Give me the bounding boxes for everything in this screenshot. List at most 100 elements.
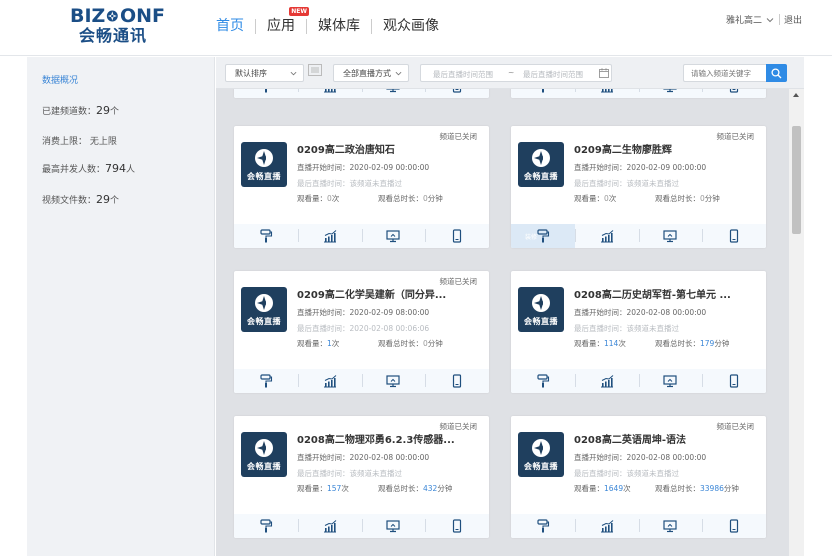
sort-select[interactable]: 默认排序	[225, 64, 304, 82]
app-root: BIZ ONF 会畅通讯 首页 应用 NEW 媒体库 观众画像 雅礼高二 退出 …	[0, 0, 832, 556]
paint-roller-icon	[260, 229, 272, 243]
web-watch-button[interactable]	[361, 514, 426, 538]
last-live-time: 最后直播时间：该频道未直播过	[574, 468, 679, 479]
scroll-up-arrow-icon[interactable]	[793, 93, 799, 97]
channel-card[interactable]: 会畅直播 0208高二历史胡军哲-第七单元 ... 直播开始时间：2020-02…	[511, 271, 766, 393]
stat-value: 29	[96, 104, 111, 117]
stats-button[interactable]	[574, 514, 639, 538]
stat-channel-count: 已建频道数：29个	[42, 104, 119, 117]
nav-audience-profile[interactable]: 观众画像	[372, 16, 450, 36]
mobile-icon	[730, 229, 739, 243]
channel-logo: 会畅直播	[241, 287, 287, 332]
stat-label: 消费上限： 无上限	[42, 137, 117, 147]
stats-button[interactable]	[297, 514, 362, 538]
date-end-placeholder: 最后直播时间范围	[523, 70, 583, 79]
stat-spend-limit: 消费上限： 无上限	[42, 134, 117, 147]
mobile-icon	[453, 89, 462, 93]
stats-chart-icon	[600, 520, 613, 533]
channel-card[interactable]: 频道已关闭 会畅直播 0209高二生物廖胜辉 直播开始时间：2020-02-09…	[511, 126, 766, 248]
web-watch-button[interactable]	[638, 224, 703, 248]
decorate-button[interactable]	[234, 224, 298, 248]
web-watch-button[interactable]	[361, 89, 426, 98]
views-unit: 次	[331, 194, 340, 203]
scroll-thumb[interactable]	[792, 126, 801, 234]
start-time-value: 2020-02-08 00:00:00	[349, 453, 430, 462]
stats-button[interactable]	[297, 89, 362, 98]
mobile-watch-button[interactable]	[702, 224, 766, 248]
mobile-watch-button[interactable]	[425, 514, 489, 538]
start-time-label: 直播开始时间：	[297, 163, 350, 172]
start-time-value: 2020-02-09 00:00:00	[349, 163, 430, 172]
logout-link[interactable]: 退出	[784, 13, 802, 26]
web-watch-button[interactable]	[361, 224, 426, 248]
channel-card[interactable]: 频道已关闭 会畅直播 0208高二物理邓勇6.2.3传感器... 直播开始时间：…	[234, 416, 489, 538]
stats-chart-icon	[323, 375, 336, 388]
channel-title[interactable]: 0209高二政治唐知石	[297, 141, 479, 156]
channel-card-partial[interactable]	[234, 89, 489, 98]
view-count: 观看量：114次	[574, 338, 626, 349]
channel-card[interactable]: 频道已关闭 会畅直播 0209高二政治唐知石 直播开始时间：2020-02-09…	[234, 126, 489, 248]
mobile-watch-button[interactable]	[425, 369, 489, 393]
nav-home[interactable]: 首页	[205, 16, 255, 36]
channel-title[interactable]: 0208高二英语周坤-语法	[574, 431, 756, 446]
stats-chart-icon	[600, 89, 613, 93]
views-value: 114	[604, 339, 619, 348]
nav-apps[interactable]: 应用 NEW	[256, 7, 309, 36]
logo-chinese-name: 会畅通讯	[79, 26, 148, 45]
paint-roller-icon	[260, 374, 272, 388]
channel-title[interactable]: 0209高二生物廖胜辉	[574, 141, 756, 156]
live-mode-select-value: 全部直播方式	[343, 68, 391, 78]
stats-button[interactable]	[574, 224, 639, 248]
views-unit: 次	[618, 339, 626, 348]
sidebar: 数据概况 已建频道数：29个 消费上限： 无上限 最高并发人数：794人 视频文…	[27, 57, 215, 556]
date-range-picker[interactable]: 最后直播时间范围 ~ 最后直播时间范围	[420, 64, 612, 82]
stats-button[interactable]	[297, 224, 362, 248]
mobile-watch-button[interactable]	[702, 369, 766, 393]
channel-logo: 会畅直播	[241, 432, 287, 477]
nav-media-library[interactable]: 媒体库	[307, 16, 371, 36]
hover-tooltip: 装修	[525, 234, 538, 241]
content-scrollbar[interactable]	[789, 89, 804, 556]
user-menu[interactable]: 雅礼高二	[726, 13, 774, 26]
channel-title[interactable]: 0208高二物理邓勇6.2.3传感器...	[297, 431, 479, 446]
web-watch-button[interactable]	[638, 514, 703, 538]
stats-button[interactable]	[574, 89, 639, 98]
search-button[interactable]	[766, 64, 787, 82]
stat-unit: 人	[126, 165, 136, 175]
web-watch-button[interactable]	[361, 369, 426, 393]
channel-card[interactable]: 频道已关闭 会畅直播 0208高二英语周坤-语法 直播开始时间：2020-02-…	[511, 416, 766, 538]
decorate-button[interactable]	[234, 514, 298, 538]
duration-unit: 分钟	[714, 339, 730, 348]
channel-title[interactable]: 0209高二化学吴建新（同分异...	[297, 286, 479, 301]
stat-value: 794	[105, 162, 127, 175]
view-count: 观看量：1649次	[574, 483, 631, 494]
mobile-watch-button[interactable]	[702, 89, 766, 98]
decorate-button[interactable]	[234, 369, 298, 393]
list-view-icon[interactable]	[308, 64, 322, 76]
decorate-button[interactable]	[511, 369, 575, 393]
live-mode-select[interactable]: 全部直播方式	[333, 64, 409, 82]
stats-button[interactable]	[574, 369, 639, 393]
stat-value: 29	[96, 193, 111, 206]
decorate-button[interactable]: 装修	[511, 224, 575, 248]
start-time-value: 2020-02-08 00:00:00	[626, 308, 707, 317]
decorate-button[interactable]	[511, 89, 575, 98]
decorate-button[interactable]	[511, 514, 575, 538]
channel-search-input[interactable]	[683, 64, 766, 82]
logo-c-icon	[107, 10, 119, 22]
mobile-watch-button[interactable]	[425, 89, 489, 98]
mobile-watch-button[interactable]	[702, 514, 766, 538]
decorate-button[interactable]	[234, 89, 298, 98]
stat-label: 视频文件数：	[42, 196, 97, 206]
mobile-watch-button[interactable]	[425, 224, 489, 248]
channel-card[interactable]: 频道已关闭 会畅直播 0209高二化学吴建新（同分异... 直播开始时间：202…	[234, 271, 489, 393]
channel-card-partial[interactable]	[511, 89, 766, 98]
stats-button[interactable]	[297, 369, 362, 393]
web-watch-button[interactable]	[638, 89, 703, 98]
start-time-label: 直播开始时间：	[297, 453, 350, 462]
brand-logo[interactable]: BIZ ONF 会畅通讯	[70, 6, 165, 50]
duration-unit: 分钟	[427, 194, 443, 203]
web-watch-button[interactable]	[638, 369, 703, 393]
channel-title[interactable]: 0208高二历史胡军哲-第七单元 ...	[574, 286, 756, 301]
watch-duration: 观看总时长：432分钟	[378, 483, 452, 494]
